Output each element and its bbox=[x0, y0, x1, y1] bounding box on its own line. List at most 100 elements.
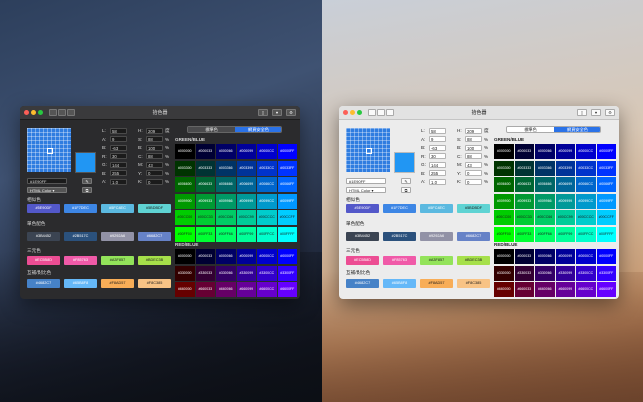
web-safe-color-cell[interactable]: #009933 bbox=[514, 193, 535, 209]
color-chip[interactable]: #5E90DF bbox=[27, 204, 60, 213]
web-safe-color-cell[interactable]: #00FFFF bbox=[596, 226, 617, 242]
web-safe-color-cell[interactable]: #003300 bbox=[494, 160, 514, 176]
tab-web-safe-colors[interactable]: 網頁安全色 bbox=[235, 127, 281, 132]
field-value[interactable]: 144 bbox=[429, 161, 446, 168]
web-safe-color-cell[interactable]: #330033 bbox=[195, 265, 216, 281]
field-value[interactable]: 0 bbox=[465, 178, 482, 185]
field-value[interactable]: 9 bbox=[110, 136, 127, 142]
color-chip[interactable]: #EC5B8D bbox=[27, 256, 60, 265]
field-value[interactable]: 255 bbox=[110, 170, 127, 176]
web-safe-color-cell[interactable]: #330066 bbox=[216, 265, 236, 281]
thumbs-up-icon[interactable]: ♥ bbox=[272, 109, 282, 116]
color-chip[interactable]: #3B4452 bbox=[27, 232, 60, 241]
color-chip[interactable]: #4682C7 bbox=[346, 279, 379, 288]
field-value[interactable]: 88 bbox=[146, 153, 163, 159]
color-chip[interactable]: #9292A6 bbox=[101, 232, 134, 241]
web-safe-color-cell[interactable]: #000066 bbox=[535, 249, 555, 264]
web-safe-color-cell[interactable]: #000099 bbox=[555, 249, 576, 264]
web-safe-color-cell[interactable]: #0099FF bbox=[596, 193, 617, 209]
web-safe-color-cell[interactable]: #003399 bbox=[236, 160, 257, 176]
web-safe-color-cell[interactable]: #0033FF bbox=[596, 160, 617, 176]
web-safe-color-cell[interactable]: #00CCFF bbox=[277, 210, 298, 225]
field-value[interactable]: 88 bbox=[465, 136, 482, 142]
web-safe-color-cell[interactable]: #003366 bbox=[535, 160, 555, 176]
web-safe-color-cell[interactable]: #00FFCC bbox=[576, 226, 596, 242]
thumbs-up-icon[interactable]: ♥ bbox=[591, 109, 601, 116]
eyedropper-button[interactable]: ✎ bbox=[82, 178, 92, 184]
web-safe-color-cell[interactable]: #000066 bbox=[535, 144, 555, 159]
eyedropper-button[interactable]: ✎ bbox=[401, 178, 411, 184]
web-safe-color-cell[interactable]: #006666 bbox=[535, 177, 555, 192]
color-chip[interactable]: #F8C385 bbox=[138, 279, 171, 288]
web-safe-color-cell[interactable]: #000099 bbox=[236, 144, 257, 159]
web-safe-color-cell[interactable]: #009933 bbox=[195, 193, 216, 209]
web-safe-color-cell[interactable]: #00FF66 bbox=[216, 226, 236, 242]
field-value[interactable]: 43 bbox=[146, 161, 163, 168]
web-safe-color-cell[interactable]: #006699 bbox=[236, 177, 257, 192]
web-safe-color-cell[interactable]: #0066FF bbox=[277, 177, 298, 192]
web-safe-color-cell[interactable]: #00FF33 bbox=[514, 226, 535, 242]
web-safe-color-cell[interactable]: #0000CC bbox=[576, 249, 596, 264]
web-safe-color-cell[interactable]: #0066CC bbox=[576, 177, 596, 192]
web-safe-color-cell[interactable]: #660000 bbox=[175, 282, 195, 297]
field-value[interactable]: 100 bbox=[146, 144, 163, 151]
gear-icon[interactable]: ⚙ bbox=[605, 109, 615, 116]
color-chip[interactable]: #BDEC3B bbox=[138, 256, 171, 265]
web-safe-color-cell[interactable]: #0033CC bbox=[257, 160, 277, 176]
web-safe-color-cell[interactable]: #0000CC bbox=[257, 144, 277, 159]
web-safe-color-cell[interactable]: #003333 bbox=[514, 160, 535, 176]
field-value[interactable]: 43 bbox=[465, 161, 482, 168]
field-value[interactable]: 9 bbox=[429, 136, 446, 142]
web-safe-color-cell[interactable]: #00FFFF bbox=[277, 226, 298, 242]
color-chip[interactable]: #65B8F8 bbox=[64, 279, 97, 288]
web-safe-color-cell[interactable]: #003399 bbox=[555, 160, 576, 176]
web-safe-color-cell[interactable]: #000000 bbox=[175, 144, 195, 159]
color-chip[interactable]: #3B4452 bbox=[346, 232, 379, 241]
web-safe-color-cell[interactable]: #000000 bbox=[175, 249, 195, 264]
web-safe-color-cell[interactable]: #660099 bbox=[555, 282, 576, 297]
web-safe-color-cell[interactable]: #00FF00 bbox=[175, 226, 195, 242]
web-safe-color-cell[interactable]: #330033 bbox=[514, 265, 535, 281]
color-chip[interactable]: #F8AD57 bbox=[420, 279, 453, 288]
web-safe-color-cell[interactable]: #006699 bbox=[555, 177, 576, 192]
mobile-icon[interactable]: ▯ bbox=[258, 109, 268, 116]
web-safe-color-cell[interactable]: #0099FF bbox=[277, 193, 298, 209]
web-safe-color-cell[interactable]: #6600FF bbox=[596, 282, 617, 297]
color-grid[interactable] bbox=[27, 128, 71, 172]
web-safe-color-cell[interactable]: #00CC66 bbox=[535, 210, 555, 225]
field-value[interactable]: 144 bbox=[110, 161, 127, 168]
color-chip[interactable]: #2B517C bbox=[64, 232, 97, 241]
field-value[interactable]: 30 bbox=[110, 153, 127, 159]
field-value[interactable]: 30 bbox=[429, 153, 446, 159]
copy-button[interactable]: ⧉ bbox=[401, 187, 411, 193]
color-chip[interactable]: #F85763 bbox=[64, 256, 97, 265]
color-chip[interactable]: #A3F857 bbox=[420, 256, 453, 265]
color-chip[interactable]: #5FC4EC bbox=[420, 204, 453, 213]
field-value[interactable]: 1.0 bbox=[429, 178, 446, 185]
web-safe-color-cell[interactable]: #009900 bbox=[494, 193, 514, 209]
color-chip[interactable]: #F8AD57 bbox=[101, 279, 134, 288]
tab-standard-colors[interactable]: 標準色 bbox=[507, 127, 554, 132]
web-safe-color-cell[interactable]: #0099CC bbox=[257, 193, 277, 209]
web-safe-color-cell[interactable]: #0033CC bbox=[576, 160, 596, 176]
web-safe-color-cell[interactable]: #006600 bbox=[494, 177, 514, 192]
web-safe-color-cell[interactable]: #003333 bbox=[195, 160, 216, 176]
web-safe-color-cell[interactable]: #000066 bbox=[216, 144, 236, 159]
color-chip[interactable]: #F85763 bbox=[383, 256, 416, 265]
web-safe-color-cell[interactable]: #660099 bbox=[236, 282, 257, 297]
web-safe-color-cell[interactable]: #00FF33 bbox=[195, 226, 216, 242]
hex-input[interactable]: #1E90FF bbox=[27, 178, 67, 184]
web-safe-color-cell[interactable]: #0000CC bbox=[257, 249, 277, 264]
web-safe-color-cell[interactable]: #009900 bbox=[175, 193, 195, 209]
hex-input[interactable]: #1E90FF bbox=[346, 178, 386, 184]
web-safe-color-cell[interactable]: #00CCCC bbox=[257, 210, 277, 225]
field-value[interactable]: -63 bbox=[429, 144, 446, 151]
web-safe-color-cell[interactable]: #009966 bbox=[535, 193, 555, 209]
field-value[interactable]: 0 bbox=[146, 178, 163, 185]
format-select[interactable]: HTML Color ▾ bbox=[346, 187, 386, 193]
tab-web-safe-colors[interactable]: 網頁安全色 bbox=[554, 127, 600, 132]
web-safe-color-cell[interactable]: #0066FF bbox=[596, 177, 617, 192]
web-safe-color-cell[interactable]: #006600 bbox=[175, 177, 195, 192]
web-safe-color-cell[interactable]: #3300FF bbox=[277, 265, 298, 281]
web-safe-color-cell[interactable]: #00FF00 bbox=[494, 226, 514, 242]
